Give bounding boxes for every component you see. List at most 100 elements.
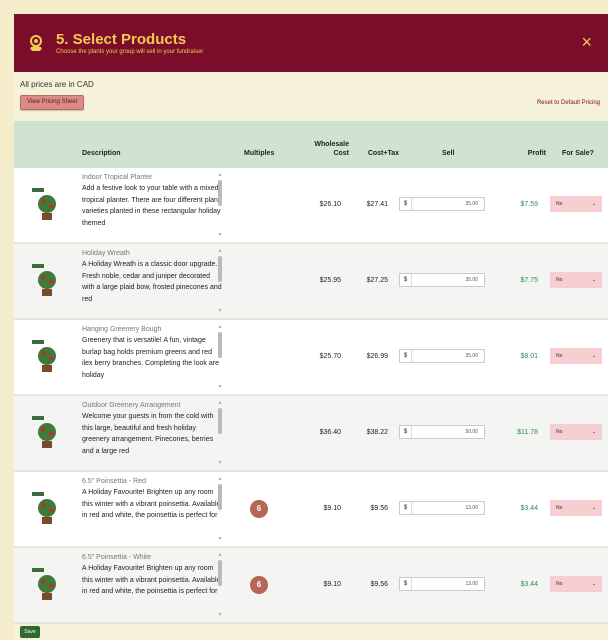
scroll-down-icon[interactable]: ▼: [216, 384, 224, 390]
currency-symbol: $: [400, 350, 412, 362]
profit-value: $7.59: [520, 201, 538, 208]
table-row: Indoor Tropical Planter Add a festive lo…: [14, 168, 608, 244]
sell-price-input[interactable]: $ 35.00: [399, 349, 485, 363]
for-sale-select[interactable]: No ⌄: [550, 500, 602, 516]
sell-price-value[interactable]: 13.00: [412, 581, 484, 587]
sell-price-value[interactable]: 50.00: [412, 429, 484, 435]
col-sell: Sell: [442, 150, 455, 157]
col-wholesale-line2: Cost: [333, 150, 349, 157]
sell-price-value[interactable]: 13.00: [412, 505, 484, 511]
product-description: A Holiday Favourite! Brighten up any roo…: [82, 565, 221, 595]
profit-value: $11.78: [517, 429, 538, 436]
select-products-modal: 5. Select Products Choose the plants you…: [14, 14, 608, 640]
col-forsale: For Sale?: [562, 150, 594, 157]
for-sale-value: No: [556, 201, 563, 207]
for-sale-value: No: [556, 429, 563, 435]
scroll-down-icon[interactable]: ▼: [216, 308, 224, 314]
scroll-down-icon[interactable]: ▼: [216, 612, 224, 618]
product-description: A Holiday Favourite! Brighten up any roo…: [82, 489, 221, 519]
col-multiples: Multiples: [244, 150, 275, 157]
scroll-up-icon[interactable]: ▲: [216, 400, 224, 406]
table-row: 6.5" Poinsettia - White A Holiday Favour…: [14, 548, 608, 624]
table-row: Hanging Greenery Bough Greenery that is …: [14, 320, 608, 396]
product-description: A Holiday Wreath is a classic door upgra…: [82, 261, 222, 303]
description-scrollbar[interactable]: ▲ ▼: [216, 172, 224, 238]
sell-price-input[interactable]: $ 50.00: [399, 425, 485, 439]
cost-plus-tax: $26.99: [366, 353, 388, 360]
cost-plus-tax: $38.22: [366, 429, 388, 436]
save-button[interactable]: Save: [20, 626, 40, 638]
product-image: [32, 492, 56, 524]
for-sale-select[interactable]: No ⌄: [550, 272, 602, 288]
for-sale-select[interactable]: No ⌄: [550, 348, 602, 364]
plant-icon: [30, 35, 42, 51]
prices-note: All prices are in CAD: [20, 80, 94, 89]
product-image: [32, 340, 56, 372]
product-description: Greenery that is versatile! A fun, vinta…: [82, 337, 219, 379]
chevron-down-icon: ⌄: [591, 429, 596, 435]
scroll-up-icon[interactable]: ▲: [216, 248, 224, 254]
chevron-down-icon: ⌄: [591, 201, 596, 207]
profit-value: $7.75: [520, 277, 538, 284]
reset-default-pricing-link[interactable]: Reset to Default Pricing: [537, 100, 600, 106]
close-icon[interactable]: ×: [581, 33, 592, 51]
product-image: [32, 264, 56, 296]
view-pricing-sheet-button[interactable]: View Pricing Sheet: [20, 95, 85, 110]
wholesale-cost: $25.95: [319, 277, 341, 284]
cost-plus-tax: $9.56: [370, 505, 388, 512]
col-wholesale: Wholesale Cost: [314, 140, 349, 158]
table-row: Holiday Wreath A Holiday Wreath is a cla…: [14, 244, 608, 320]
for-sale-select[interactable]: No ⌄: [550, 196, 602, 212]
profit-value: $8.01: [520, 353, 538, 360]
sell-price-value[interactable]: 35.00: [412, 277, 484, 283]
description-scrollbar[interactable]: ▲ ▼: [216, 400, 224, 466]
currency-symbol: $: [400, 578, 412, 590]
description-scrollbar[interactable]: ▲ ▼: [216, 248, 224, 314]
for-sale-value: No: [556, 581, 563, 587]
sell-price-input[interactable]: $ 13.00: [399, 577, 485, 591]
scroll-up-icon[interactable]: ▲: [216, 172, 224, 178]
cost-plus-tax: $27.25: [366, 277, 388, 284]
chevron-down-icon: ⌄: [591, 581, 596, 587]
cost-plus-tax: $27.41: [366, 201, 388, 208]
sell-price-input[interactable]: $ 35.00: [399, 273, 485, 287]
sell-price-input[interactable]: $ 35.00: [399, 197, 485, 211]
for-sale-value: No: [556, 505, 563, 511]
scroll-down-icon[interactable]: ▼: [216, 536, 224, 542]
for-sale-select[interactable]: No ⌄: [550, 424, 602, 440]
wholesale-cost: $36.40: [319, 429, 341, 436]
col-profit: Profit: [527, 150, 546, 157]
col-wholesale-line1: Wholesale: [314, 141, 349, 148]
profit-value: $3.44: [520, 505, 538, 512]
product-name: Holiday Wreath: [82, 250, 130, 257]
sell-price-value[interactable]: 35.00: [412, 201, 484, 207]
scroll-up-icon[interactable]: ▲: [216, 552, 224, 558]
sell-price-input[interactable]: $ 13.00: [399, 501, 485, 515]
modal-header: 5. Select Products Choose the plants you…: [14, 14, 608, 72]
description-scrollbar[interactable]: ▲ ▼: [216, 324, 224, 390]
page-title: 5. Select Products: [56, 30, 187, 48]
product-image: [32, 188, 56, 220]
scroll-down-icon[interactable]: ▼: [216, 232, 224, 238]
description-scrollbar[interactable]: ▲ ▼: [216, 476, 224, 542]
for-sale-value: No: [556, 353, 563, 359]
wholesale-cost: $9.10: [323, 505, 341, 512]
table-row: Outdoor Greenery Arrangement Welcome you…: [14, 396, 608, 472]
wholesale-cost: $9.10: [323, 581, 341, 588]
product-name: Hanging Greenery Bough: [82, 326, 162, 333]
chevron-down-icon: ⌄: [591, 505, 596, 511]
chevron-down-icon: ⌄: [591, 277, 596, 283]
table-header: Description Multiples Wholesale Cost Cos…: [14, 121, 608, 168]
scroll-up-icon[interactable]: ▲: [216, 324, 224, 330]
product-image: [32, 416, 56, 448]
for-sale-select[interactable]: No ⌄: [550, 576, 602, 592]
product-description: Add a festive look to your table with a …: [82, 185, 221, 227]
currency-symbol: $: [400, 198, 412, 210]
col-description: Description: [82, 150, 121, 157]
description-scrollbar[interactable]: ▲ ▼: [216, 552, 224, 618]
scroll-down-icon[interactable]: ▼: [216, 460, 224, 466]
chevron-down-icon: ⌄: [591, 353, 596, 359]
sell-price-value[interactable]: 35.00: [412, 353, 484, 359]
page-subtitle: Choose the plants your group will sell i…: [56, 48, 204, 55]
scroll-up-icon[interactable]: ▲: [216, 476, 224, 482]
